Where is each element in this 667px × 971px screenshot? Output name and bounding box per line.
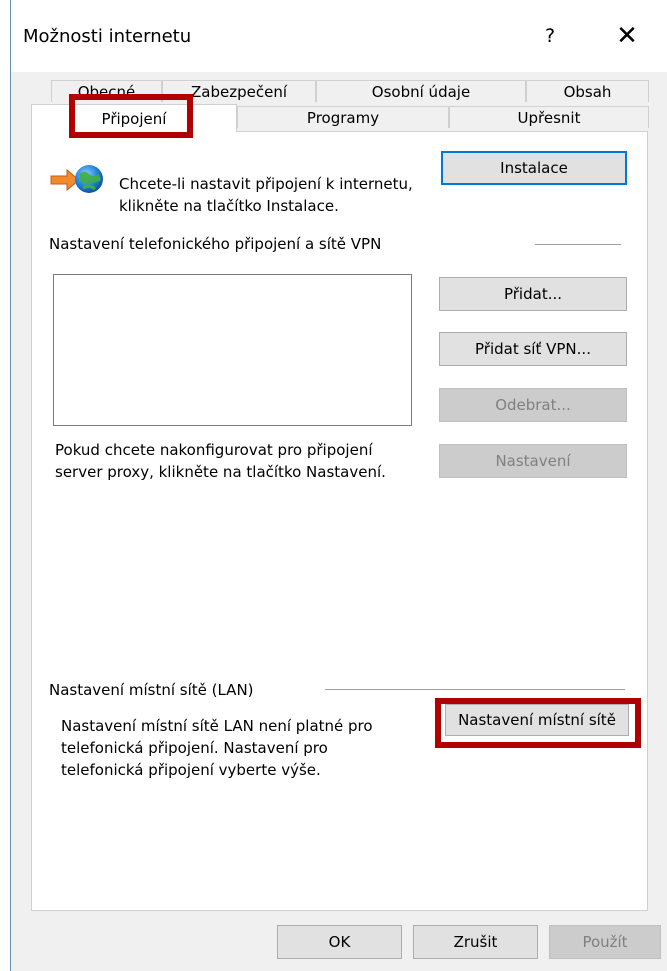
tab-upresnit[interactable]: Upřesnit <box>449 106 649 128</box>
tab-obecne[interactable]: Obecné <box>51 80 162 102</box>
lan-text-line3: telefonická připojení vyberte výše. <box>61 761 321 779</box>
cancel-button[interactable]: Zrušit <box>413 925 538 959</box>
proxy-text-line1: Pokud chcete nakonfigurovat pro připojen… <box>55 441 373 459</box>
globe-connection-icon <box>49 162 105 198</box>
help-icon[interactable]: ? <box>536 22 564 50</box>
dialup-heading: Nastavení telefonického připojení a sítě… <box>49 235 382 253</box>
proxy-text-line2: server proxy, klikněte na tlačítko Nasta… <box>55 463 386 481</box>
tab-pripojeni[interactable]: Připojení <box>31 104 237 132</box>
lan-text-line2: telefonická připojení. Nastavení pro <box>61 739 328 757</box>
title-bar: Možnosti internetu ? ✕ <box>11 0 667 72</box>
setup-text-line2: klikněte na tlačítko Instalace. <box>119 197 339 215</box>
remove-button[interactable]: Odebrat... <box>439 388 627 422</box>
lan-settings-button[interactable]: Nastavení místní sítě <box>445 704 629 736</box>
dialup-divider <box>535 244 621 245</box>
connections-listbox[interactable] <box>53 274 412 426</box>
setup-text-line1: Chcete-li nastavit připojení k internetu… <box>119 175 413 193</box>
tab-osobni-udaje[interactable]: Osobní údaje <box>316 80 526 102</box>
lan-heading: Nastavení místní sítě (LAN) <box>49 681 254 699</box>
apply-button[interactable]: Použít <box>549 925 661 959</box>
lan-divider <box>325 689 625 690</box>
internet-options-dialog: Možnosti internetu ? ✕ Obecné Zabezpečen… <box>10 0 667 971</box>
add-vpn-button[interactable]: Přidat síť VPN... <box>439 332 627 366</box>
add-button[interactable]: Přidat... <box>439 277 627 311</box>
tab-zabezpeceni[interactable]: Zabezpečení <box>162 80 316 102</box>
setup-button[interactable]: Instalace <box>441 151 627 185</box>
window-title: Možnosti internetu <box>23 26 192 47</box>
tab-programy[interactable]: Programy <box>237 106 449 128</box>
ok-button[interactable]: OK <box>277 925 402 959</box>
tab-obsah[interactable]: Obsah <box>526 80 649 102</box>
lan-text-line1: Nastavení místní sítě LAN není platné pr… <box>61 717 373 735</box>
settings-button[interactable]: Nastavení <box>439 444 627 478</box>
close-icon[interactable]: ✕ <box>609 20 645 52</box>
